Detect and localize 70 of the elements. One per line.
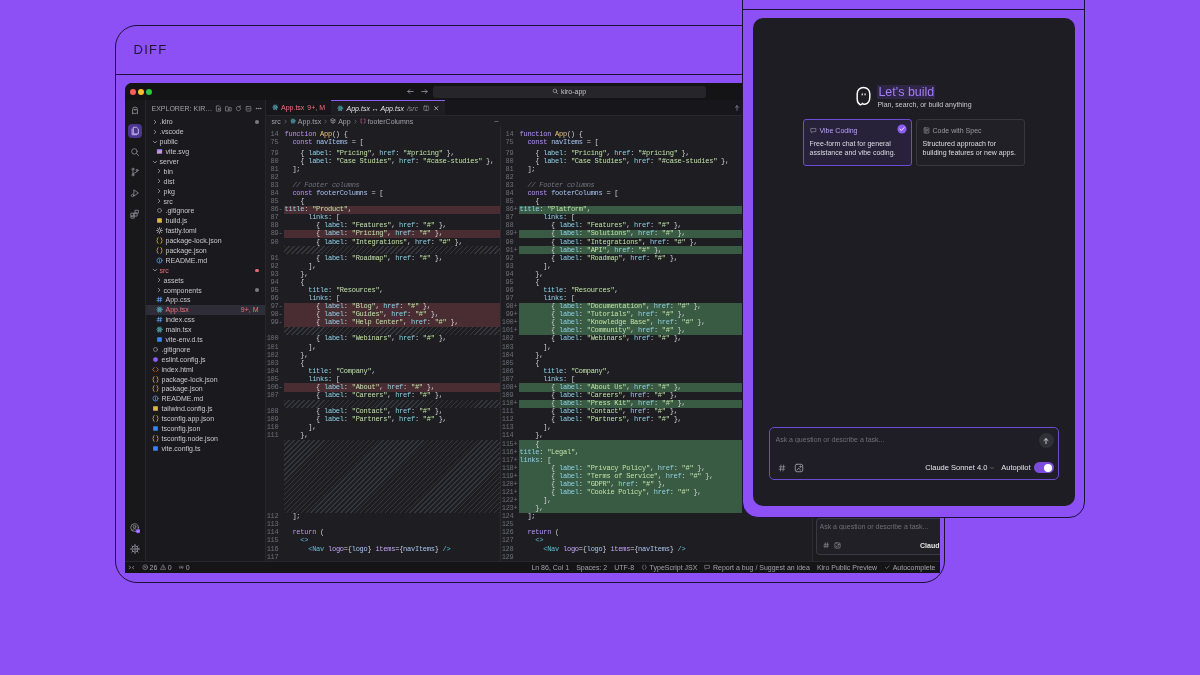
image-icon	[155, 148, 163, 156]
settings-icon[interactable]	[127, 542, 142, 556]
broadcast-icon	[177, 564, 185, 571]
chevron-icon	[323, 118, 329, 124]
account-icon[interactable]	[127, 521, 142, 536]
file-icon	[155, 336, 163, 344]
hash-icon[interactable]	[777, 463, 786, 472]
ring-icon	[155, 207, 163, 215]
new-file-icon[interactable]	[214, 104, 222, 112]
atom-icon	[155, 306, 163, 314]
zoom-button[interactable]	[145, 88, 152, 95]
close-icon[interactable]	[432, 104, 440, 112]
error-icon	[141, 564, 148, 571]
braces-icon	[151, 434, 159, 442]
arrow-up-icon	[1042, 436, 1050, 445]
minimize-button[interactable]	[137, 88, 144, 95]
brackets-icon	[359, 118, 366, 124]
file-icon	[151, 425, 159, 433]
cube-icon	[330, 118, 337, 124]
new-folder-icon[interactable]	[224, 104, 232, 112]
split-icon[interactable]	[423, 104, 430, 112]
braces-icon	[151, 385, 159, 393]
braces-icon	[641, 564, 648, 571]
atom-icon	[337, 104, 344, 112]
braces-icon	[151, 375, 159, 383]
atom-icon	[289, 118, 296, 124]
info-icon	[155, 256, 163, 264]
atom-icon	[271, 104, 278, 111]
refresh-icon[interactable]	[234, 104, 242, 112]
file-icon	[151, 405, 159, 413]
speech-bubble-icon	[704, 564, 711, 571]
collapse-icon[interactable]	[244, 104, 252, 112]
close-button[interactable]	[129, 88, 136, 95]
info-icon	[151, 395, 159, 403]
frame-label: DIFF	[133, 43, 168, 57]
hash-icon[interactable]	[822, 542, 829, 549]
search-icon	[552, 88, 559, 95]
chat-bubble-icon	[809, 127, 817, 134]
sun-icon	[155, 227, 163, 235]
remote-icon[interactable]	[127, 564, 135, 571]
ring-icon	[151, 345, 159, 353]
arrow-up-icon[interactable]	[733, 104, 740, 111]
atom-icon	[155, 326, 163, 334]
warning-icon	[159, 564, 167, 571]
chevron-icon	[352, 118, 358, 124]
braces-icon	[151, 415, 159, 423]
hash-icon	[155, 316, 163, 324]
braces-icon	[155, 247, 163, 254]
image-icon[interactable]	[793, 462, 804, 473]
heading: Let's build	[877, 85, 936, 99]
file-icon	[151, 444, 159, 452]
hexagon-icon	[151, 355, 159, 363]
file-icon	[155, 217, 163, 225]
toggle-switch[interactable]	[1033, 462, 1054, 473]
check-icon	[896, 124, 907, 134]
hash-icon	[155, 296, 163, 304]
dash-icon[interactable]	[493, 118, 499, 124]
forward-arrow-icon[interactable]	[419, 87, 429, 96]
files-icon[interactable]	[127, 123, 142, 138]
image-icon[interactable]	[834, 542, 841, 549]
braces-icon	[155, 237, 163, 245]
chevron-down-icon	[989, 464, 996, 471]
send-button[interactable]	[1038, 433, 1054, 448]
back-arrow-icon[interactable]	[405, 87, 415, 96]
check-icon	[884, 564, 891, 571]
more-icon[interactable]	[254, 104, 262, 112]
document-icon	[922, 127, 930, 134]
chevron-icon	[282, 118, 288, 124]
ghost-icon	[855, 86, 873, 107]
code-icon	[151, 365, 159, 373]
